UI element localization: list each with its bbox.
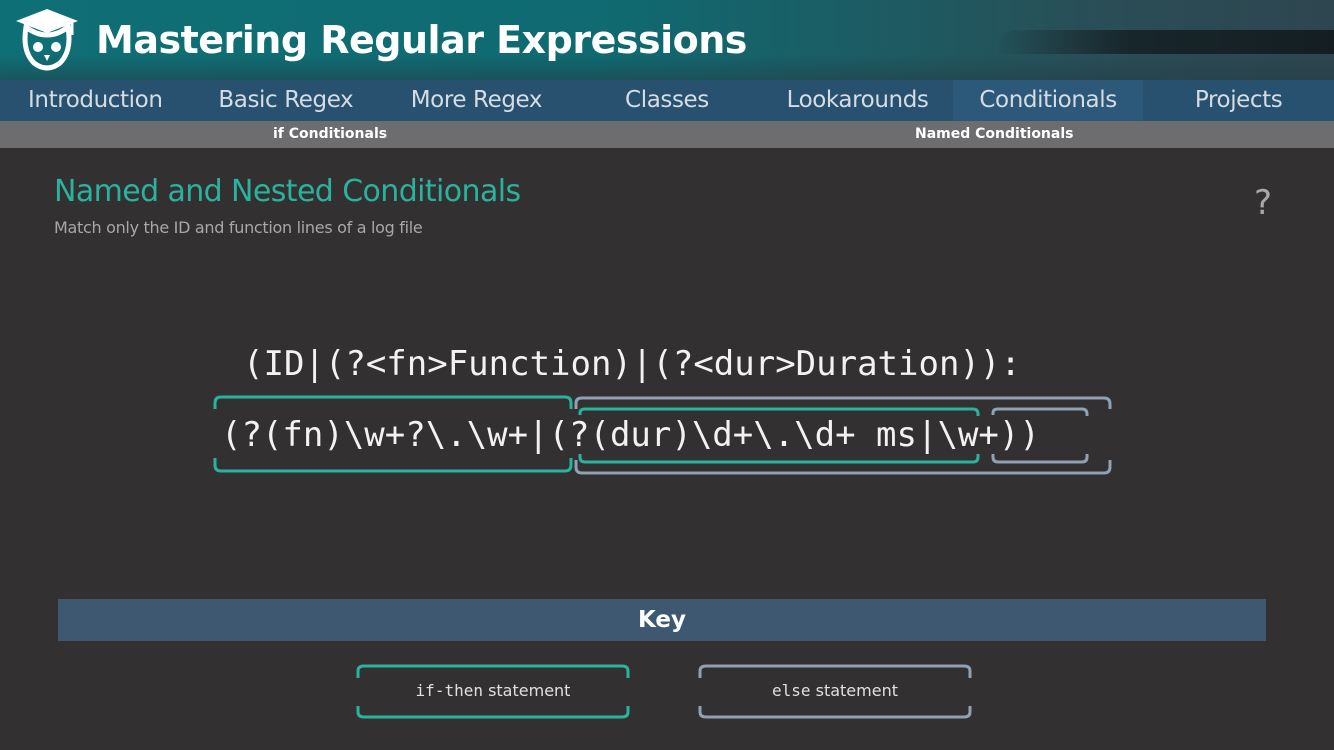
nested-else-bracket-bottom <box>991 454 1089 464</box>
key-if-then-text: statement <box>482 681 571 700</box>
regex-line-1: (ID|(?<fn>Function)|(?<dur>Duration)): <box>243 344 1021 384</box>
regex-nested-else-part: \w+) <box>937 415 1020 455</box>
key-if-then-label: if-then statement <box>356 664 630 720</box>
nav-item-projects[interactable]: Projects <box>1143 80 1334 121</box>
subnav-item-named-conditionals[interactable]: Named Conditionals <box>915 121 1073 148</box>
key-else-label: else statement <box>698 664 972 720</box>
graduation-cap-owl-icon <box>16 9 78 71</box>
help-icon[interactable]: ? <box>1250 183 1276 223</box>
sub-nav: if Conditionals Named Conditionals <box>0 121 1334 148</box>
else-bracket-bottom <box>574 460 1112 475</box>
regex-separator-2: | <box>917 415 938 455</box>
nav-item-more-regex[interactable]: More Regex <box>381 80 572 121</box>
if-then-bracket <box>213 395 573 409</box>
header-banner: Mastering Regular Expressions <box>0 0 1334 80</box>
nested-if-then-bracket-bottom <box>578 454 980 464</box>
regex-closing-paren: ) <box>1019 415 1040 455</box>
if-then-bracket-bottom <box>213 458 573 473</box>
app-title: Mastering Regular Expressions <box>96 18 747 62</box>
else-bracket <box>574 396 1112 409</box>
nav-item-basic-regex[interactable]: Basic Regex <box>191 80 382 121</box>
regex-separator: | <box>528 415 549 455</box>
regex-line-2: (?(fn)\w+?\.\w+|(?(dur)\d+\.\d+ ms|\w+)) <box>221 415 1040 455</box>
regex-nested-if-part: (?(dur)\d+\.\d+ ms <box>548 415 917 455</box>
key-if-then-keyword: if-then <box>415 681 483 700</box>
page-title: Named and Nested Conditionals <box>54 174 521 209</box>
nav-item-lookarounds[interactable]: Lookarounds <box>762 80 953 121</box>
regex-if-part: (?(fn)\w+?\.\w+ <box>221 415 529 455</box>
main-nav: Introduction Basic Regex More Regex Clas… <box>0 80 1334 121</box>
nav-item-classes[interactable]: Classes <box>572 80 763 121</box>
nav-item-introduction[interactable]: Introduction <box>0 80 191 121</box>
key-else-keyword: else <box>772 681 811 700</box>
subnav-item-if-conditionals[interactable]: if Conditionals <box>273 121 387 148</box>
nav-item-conditionals[interactable]: Conditionals <box>952 80 1144 121</box>
banner-horizon <box>994 30 1334 54</box>
key-else-text: statement <box>810 681 898 700</box>
key-heading: Key <box>58 599 1266 641</box>
page-subtitle: Match only the ID and function lines of … <box>54 218 423 237</box>
